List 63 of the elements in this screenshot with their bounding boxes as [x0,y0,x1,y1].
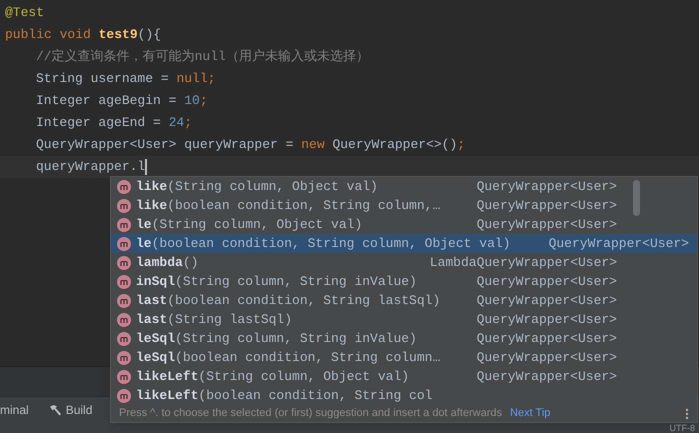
encoding-status[interactable]: UTF-8 [670,424,695,433]
return-type: QueryWrapper<User> [476,216,617,234]
return-type: QueryWrapper<User> [476,368,617,386]
suggestion-item[interactable]: likeLeft(String column, Object val) QueryWrapper<User> [111,367,697,386]
method-icon [117,312,131,326]
code-line: Integer ageBegin = 10; [35,92,209,110]
method-icon [117,180,131,194]
method-signature: le(boolean condition, String column, Object val) [136,234,510,253]
hammer-icon [48,404,62,416]
return-type: QueryWrapper<User> [476,330,617,348]
method-signature: like(boolean condition, String column,… [136,196,440,215]
return-type: QueryWrapper<User> [548,234,689,253]
return-type: QueryWrapper<User> [476,292,617,310]
method-signature: last(boolean condition, String lastSql) [136,292,440,310]
method-signature: lambda() [136,254,198,272]
more-icon[interactable] [685,408,689,420]
suggestion-item[interactable]: le(String column, Object val) QueryWrapper<User> [111,215,697,234]
method-signature: like(String column, Object val) [136,178,378,196]
suggestion-item[interactable]: last(String lastSql) QueryWrapper<User> [111,310,697,329]
code-line: QueryWrapper<User> queryWrapper = new QueryWrapper<>(); [35,136,466,154]
method-icon [117,236,131,250]
return-type: QueryWrapper<User> [476,310,617,329]
code-line: String username = null; [35,70,216,88]
method-signature: likeLeft(String column, Object val) [136,368,410,386]
method-signature: inSql(String column, String inValue) [136,272,417,291]
method-signature: likeLeft(boolean condition, String col [136,386,432,405]
suggestion-item[interactable]: last(boolean condition, String lastSql) QueryWrapper<User> [111,291,697,310]
method-icon [117,388,131,402]
tool-window-tab[interactable]: Build [44,400,92,418]
method-signature: leSql(String column, String inValue) [136,330,417,348]
method-icon [117,198,131,212]
method-icon [117,370,131,384]
method-icon [117,332,131,346]
code-line: public void test9(){ [4,26,162,44]
code-line: //定义查询条件，有可能为null（用户未输入或未选择） [35,48,370,66]
return-type: QueryWrapper<User> [476,272,617,291]
suggestion-item[interactable]: like(boolean condition, String column,… QueryWrapper<User> [111,196,697,215]
suggestion-item[interactable]: leSql(boolean condition, String column… QueryWrapper<User> [111,348,697,367]
tool-window-tab[interactable]: minal [0,400,29,418]
suggestion-item[interactable]: le(boolean condition, String column, Object val) QueryWrapper<User> [111,234,697,253]
text-cursor [145,158,148,175]
method-icon [117,218,131,232]
suggestion-item[interactable]: like(String column, Object val) QueryWrapper<User> [111,177,697,196]
code-line: @Test [4,4,46,22]
method-icon [117,350,131,364]
method-signature: last(String lastSql) [136,310,292,329]
suggestion-item[interactable]: leSql(String column, String inValue) QueryWrapper<User> [111,329,697,348]
return-type: QueryWrapper<User> [476,348,617,367]
return-type: LambdaQueryWrapper<User> [428,254,617,272]
return-type: QueryWrapper<User> [476,196,617,215]
method-icon [117,274,131,288]
suggestion-item[interactable]: likeLeft(boolean condition, String col [111,386,697,405]
scrollbar-thumb[interactable] [633,180,640,216]
code-line: Integer ageEnd = 24; [35,114,194,132]
return-type: QueryWrapper<User> [476,178,617,196]
method-signature: le(String column, Object val) [136,216,362,234]
hint-text: Press ^. to choose the selected (or first) suggestion and insert a dot afterwards [119,406,502,422]
method-icon [117,294,131,308]
next-tip-link[interactable]: Next Tip [510,405,550,422]
method-signature: leSql(boolean condition, String column… [136,348,440,367]
method-icon [117,256,131,270]
suggestion-item[interactable]: lambda() LambdaQueryWrapper<User> [111,253,697,272]
suggestion-item[interactable]: inSql(String column, String inValue) QueryWrapper<User> [111,272,697,291]
